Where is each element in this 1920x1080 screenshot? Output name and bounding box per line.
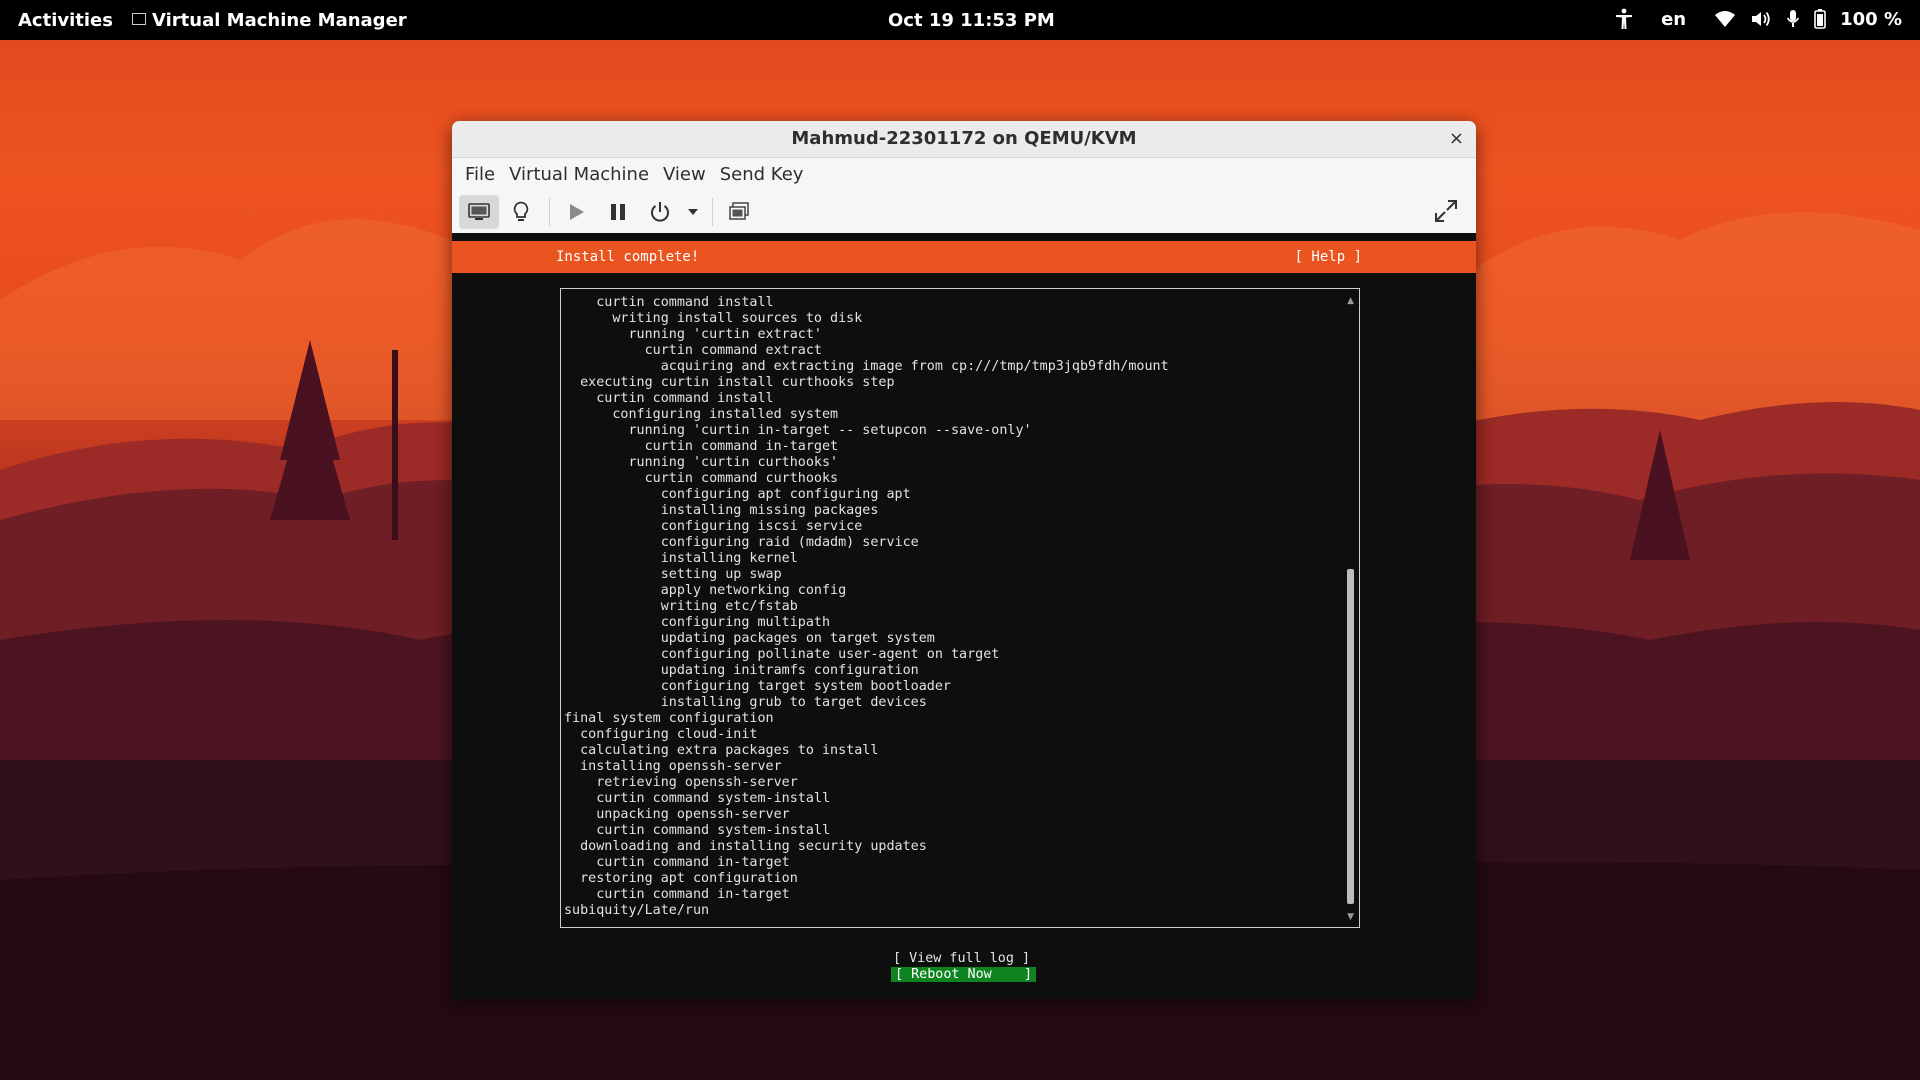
- vmm-app-icon: [132, 13, 146, 25]
- details-button[interactable]: [501, 195, 541, 229]
- window-title: Mahmud-22301172 on QEMU/KVM: [791, 128, 1137, 149]
- menu-bar: File Virtual Machine View Send Key: [452, 158, 1476, 190]
- log-line: running 'curtin in-target -- setupcon --…: [564, 423, 1032, 438]
- scrollbar-thumb[interactable]: [1347, 569, 1354, 904]
- log-line: writing install sources to disk: [564, 311, 863, 326]
- top-bar: Activities Virtual Machine Manager Oct 1…: [0, 0, 1920, 40]
- log-line: configuring multipath: [564, 615, 831, 630]
- microphone-icon[interactable]: [1786, 9, 1800, 29]
- log-line: curtin command extract: [564, 343, 822, 358]
- power-menu-chevron-icon: [688, 208, 698, 215]
- log-line: curtin command curthooks: [564, 471, 839, 486]
- log-line: curtin command system-install: [564, 823, 831, 838]
- run-button[interactable]: [556, 195, 596, 229]
- log-line: subiquity/Late/run: [564, 903, 710, 918]
- log-line: curtin command install: [564, 391, 774, 406]
- system-tray[interactable]: en 100 %: [1615, 8, 1902, 30]
- log-line: configuring installed system: [564, 407, 839, 422]
- console-icon: [468, 202, 490, 220]
- installer-header: Install complete! [ Help ]: [452, 241, 1476, 273]
- log-line: running 'curtin curthooks': [564, 455, 839, 470]
- power-icon: [651, 201, 669, 222]
- log-line: curtin command in-target: [564, 855, 790, 870]
- view-full-log-button[interactable]: [ View full log ]: [893, 951, 1030, 966]
- log-line: curtin command in-target: [564, 887, 790, 902]
- log-line: writing etc/fstab: [564, 599, 798, 614]
- battery-icon[interactable]: [1814, 9, 1826, 29]
- menu-virtual-machine[interactable]: Virtual Machine: [502, 164, 656, 185]
- wifi-icon[interactable]: [1714, 10, 1736, 28]
- log-line: executing curtin install curthooks step: [564, 375, 895, 390]
- log-line: updating initramfs configuration: [564, 663, 919, 678]
- log-line: installing kernel: [564, 551, 798, 566]
- battery-percent[interactable]: 100 %: [1840, 9, 1902, 30]
- power-menu-button[interactable]: [682, 195, 704, 229]
- scroll-up-arrow-icon[interactable]: ▲: [1347, 296, 1354, 306]
- log-line: downloading and installing security upda…: [564, 839, 927, 854]
- log-line: setting up swap: [564, 567, 782, 582]
- console-button[interactable]: [459, 194, 499, 229]
- app-menu[interactable]: Virtual Machine Manager: [132, 10, 407, 31]
- language-indicator[interactable]: en: [1661, 9, 1686, 30]
- log-line: installing missing packages: [564, 503, 879, 518]
- app-name: Virtual Machine Manager: [152, 10, 407, 31]
- log-line: configuring apt configuring apt: [564, 487, 911, 502]
- log-line: configuring raid (mdadm) service: [564, 535, 919, 550]
- log-line: configuring target system bootloader: [564, 679, 951, 694]
- install-log-text: curtin command install writing install s…: [564, 295, 1169, 919]
- pause-icon: [611, 203, 625, 220]
- log-line: curtin command in-target: [564, 439, 839, 454]
- log-line: curtin command system-install: [564, 791, 831, 806]
- log-line: unpacking openssh-server: [564, 807, 790, 822]
- snapshots-button[interactable]: [719, 195, 759, 229]
- log-line: configuring pollinate user-agent on targ…: [564, 647, 1000, 662]
- clock[interactable]: Oct 19 11:53 PM: [888, 10, 1055, 31]
- log-line: restoring apt configuration: [564, 871, 798, 886]
- vm-display[interactable]: Install complete! [ Help ] curtin comman…: [452, 233, 1476, 999]
- toolbar-separator: [549, 197, 550, 226]
- log-line: final system configuration: [564, 711, 774, 726]
- log-line: configuring cloud-init: [564, 727, 758, 742]
- pause-button[interactable]: [598, 195, 638, 229]
- log-line: configuring iscsi service: [564, 519, 863, 534]
- header-title: Install complete!: [556, 249, 700, 265]
- log-line: curtin command install: [564, 295, 774, 310]
- close-icon[interactable]: ×: [1449, 121, 1464, 157]
- log-line: installing grub to target devices: [564, 695, 927, 710]
- snapshots-icon: [729, 201, 749, 220]
- install-log-panel[interactable]: curtin command install writing install s…: [560, 288, 1360, 928]
- activities-button[interactable]: Activities: [18, 10, 113, 31]
- run-icon: [570, 203, 584, 220]
- menu-send-key[interactable]: Send Key: [713, 164, 811, 185]
- reboot-now-button[interactable]: [ Reboot Now ]: [891, 967, 1037, 982]
- scroll-down-arrow-icon[interactable]: ▼: [1347, 912, 1354, 922]
- details-lightbulb-icon: [513, 201, 529, 221]
- fullscreen-button[interactable]: [1426, 194, 1466, 228]
- help-button[interactable]: [ Help ]: [1295, 241, 1362, 273]
- volume-icon[interactable]: [1750, 10, 1772, 28]
- log-line: retrieving openssh-server: [564, 775, 798, 790]
- power-button[interactable]: [640, 195, 680, 229]
- menu-file[interactable]: File: [458, 164, 502, 185]
- vm-console-window: Mahmud-22301172 on QEMU/KVM × File Virtu…: [452, 121, 1476, 999]
- menu-view[interactable]: View: [656, 164, 713, 185]
- log-line: acquiring and extracting image from cp:/…: [564, 359, 1169, 374]
- fullscreen-icon: [1435, 200, 1457, 222]
- window-titlebar[interactable]: Mahmud-22301172 on QEMU/KVM ×: [452, 121, 1476, 158]
- log-line: apply networking config: [564, 583, 847, 598]
- log-line: running 'curtin extract': [564, 327, 822, 342]
- accessibility-icon[interactable]: [1615, 8, 1633, 30]
- toolbar-separator: [712, 197, 713, 226]
- log-line: installing openssh-server: [564, 759, 782, 774]
- log-line: updating packages on target system: [564, 631, 935, 646]
- toolbar: [452, 190, 1476, 234]
- log-line: calculating extra packages to install: [564, 743, 879, 758]
